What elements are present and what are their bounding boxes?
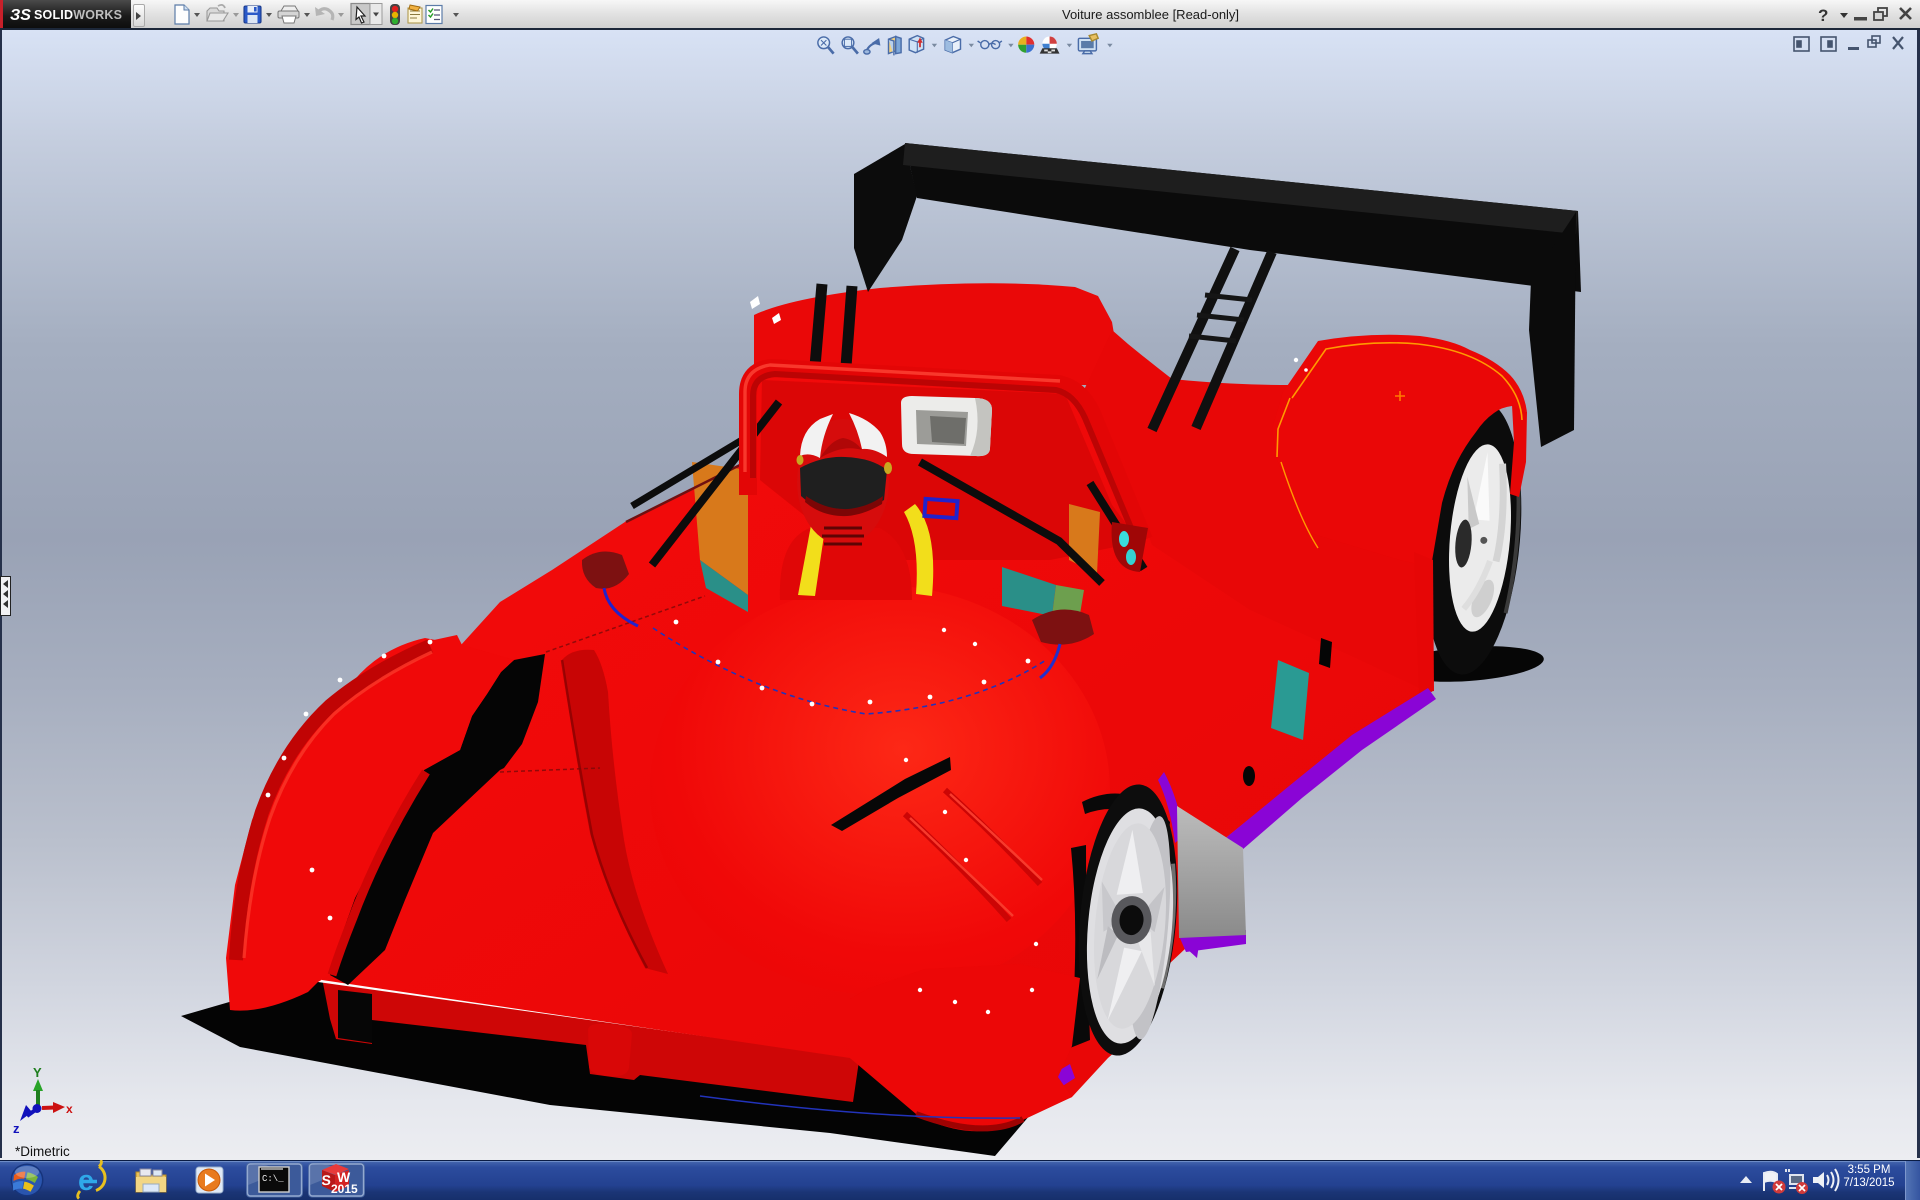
svg-text:x: x bbox=[66, 1102, 73, 1116]
svg-text:Y: Y bbox=[33, 1065, 42, 1080]
svg-text:2015: 2015 bbox=[331, 1182, 358, 1196]
svg-text:C:\_: C:\_ bbox=[262, 1174, 284, 1184]
svg-text:S: S bbox=[321, 1172, 331, 1188]
svg-text:z: z bbox=[13, 1121, 20, 1136]
